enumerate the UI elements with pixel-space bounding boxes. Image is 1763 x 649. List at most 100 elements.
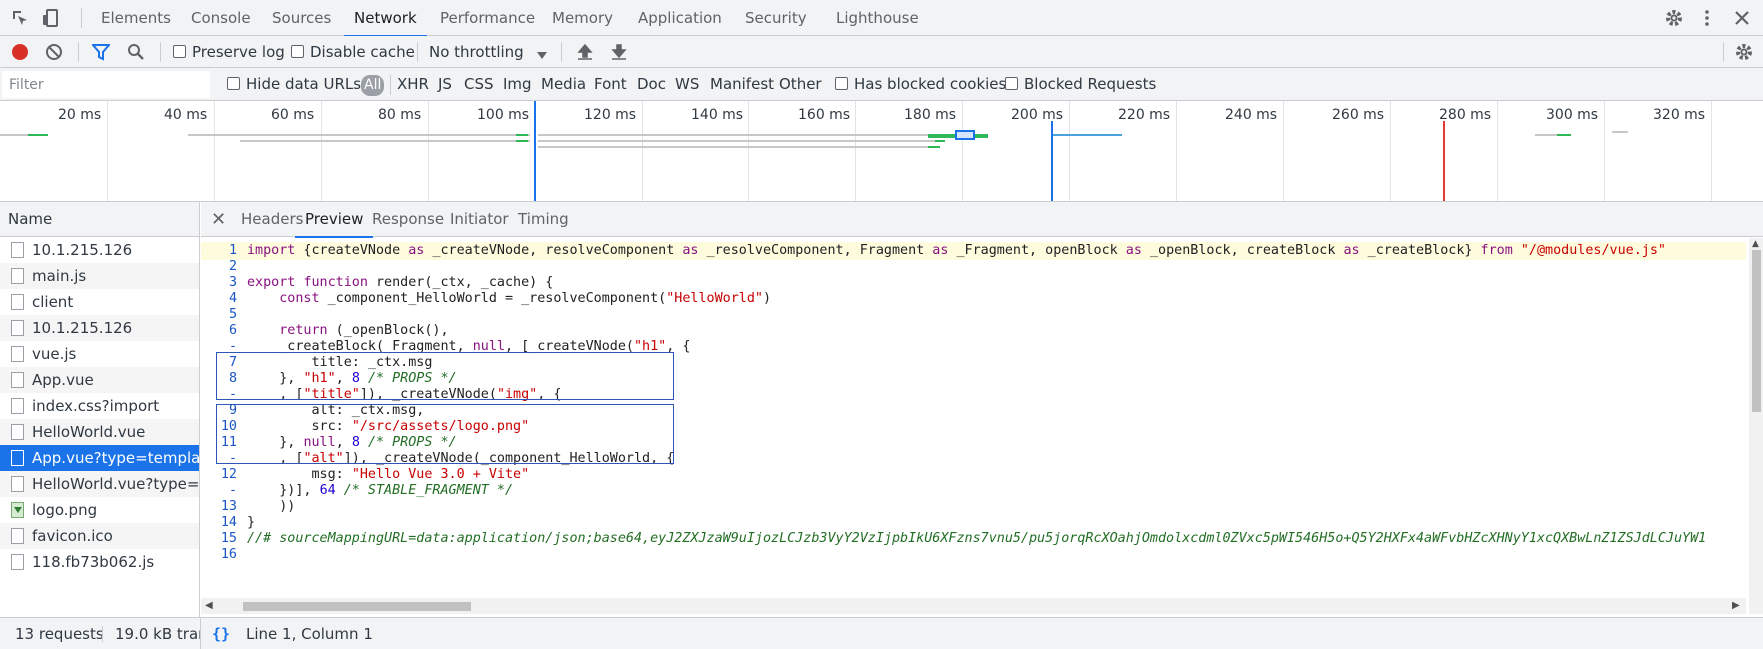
request-row[interactable]: vue.js [0,341,199,367]
code-text: })], 64 /* STABLE_FRAGMENT */ [247,483,514,498]
overview-tick-label: 260 ms [1332,107,1385,123]
request-row[interactable]: 10.1.215.126 [0,237,199,263]
type-filter-doc[interactable]: Doc [637,68,666,101]
tab-security[interactable]: Security [745,0,807,36]
request-name: 118.fb73b062.js [32,553,155,571]
tab-sources[interactable]: Sources [272,0,331,36]
scroll-left-icon[interactable]: ◀ [205,600,213,611]
type-filter-xhr[interactable]: XHR [397,68,429,101]
type-filter-all[interactable]: All [361,75,385,96]
overview-tick-label: 40 ms [164,107,208,123]
request-row[interactable]: index.css?import [0,393,199,419]
checkbox-box[interactable] [227,77,240,90]
filter-input[interactable] [2,71,210,98]
disable-cache-checkbox[interactable]: Disable cache [291,36,415,68]
type-filter-ws[interactable]: WS [675,68,699,101]
highlight-box-h1 [216,352,674,400]
filter-icon[interactable] [90,43,112,65]
document-file-icon [11,398,24,414]
scrollbar-thumb[interactable] [243,602,471,611]
overview-selection-window[interactable] [955,130,975,140]
type-filter-manifest[interactable]: Manifest [710,68,774,101]
detail-tab-response[interactable]: Response [372,202,444,237]
network-settings-icon[interactable] [1734,42,1754,66]
type-filter-media[interactable]: Media [541,68,586,101]
tab-console[interactable]: Console [191,0,251,36]
document-file-icon [11,346,24,362]
vertical-scrollbar[interactable]: ▲ [1749,238,1763,614]
tab-memory[interactable]: Memory [552,0,613,36]
record-icon[interactable] [11,43,29,65]
request-name: client [32,293,74,311]
request-name: HelloWorld.vue [32,423,146,441]
code-text: )) [247,499,296,514]
overview-grid-line [1390,101,1391,201]
hide-data-urls-checkbox[interactable]: Hide data URLs [227,68,361,101]
request-row[interactable]: HelloWorld.vue?type=… [0,471,199,497]
close-detail-icon[interactable]: ✕ [211,202,226,237]
code-text: return (_openBlock(), [279,323,449,338]
blocked-requests-label: Blocked Requests [1024,75,1157,93]
code-text: //# sourceMappingURL=data:application/js… [247,531,1707,546]
overview-tick-label: 60 ms [271,107,315,123]
request-row[interactable]: main.js [0,263,199,289]
has-blocked-cookies-checkbox[interactable]: Has blocked cookies [835,68,1006,101]
checkbox-box[interactable] [173,45,186,58]
detail-tab-headers[interactable]: Headers [241,202,303,237]
settings-gear-icon[interactable] [1664,8,1684,28]
request-row[interactable]: App.vue [0,367,199,393]
scroll-right-icon[interactable]: ▶ [1732,600,1740,611]
export-har-icon[interactable] [610,43,628,65]
horizontal-scrollbar[interactable]: ◀ ▶ [201,598,1746,614]
checkbox-box[interactable] [291,45,304,58]
type-filter-img[interactable]: Img [503,68,532,101]
tab-elements[interactable]: Elements [101,0,171,36]
throttling-select[interactable]: No throttling [429,36,524,68]
type-filter-other[interactable]: Other [779,68,822,101]
type-filter-css[interactable]: CSS [464,68,494,101]
close-devtools-icon[interactable] [1732,8,1752,28]
overview-request-bar [538,146,938,148]
request-row[interactable]: 118.fb73b062.js [0,549,199,575]
line-number[interactable]: 16 [201,546,247,564]
blocked-requests-checkbox[interactable]: Blocked Requests [1005,68,1156,101]
dropdown-arrow-icon[interactable] [537,48,547,64]
more-options-icon[interactable] [1697,8,1717,28]
preview-code-viewer[interactable]: 1 import {createVNode as _createVNode, re… [201,238,1746,598]
detail-tab-initiator[interactable]: Initiator [450,202,509,237]
search-icon[interactable] [127,43,145,65]
request-count: 13 requests [15,625,104,643]
scrollbar-thumb[interactable] [1752,250,1761,412]
inspect-element-icon[interactable] [10,8,30,28]
detail-tab-timing[interactable]: Timing [518,202,569,237]
request-row[interactable]: client [0,289,199,315]
network-overview-timeline[interactable]: 20 ms 40 ms 60 ms 80 ms 100 ms 120 ms 140 ms 16… [0,101,1763,202]
request-row[interactable]: 10.1.215.126 [0,315,199,341]
disable-cache-label: Disable cache [310,43,415,61]
request-row[interactable]: App.vue?type=template [0,445,199,471]
overview-tick-label: 100 ms [477,107,530,123]
request-name: logo.png [32,501,98,519]
tab-network[interactable]: Network [344,0,427,37]
overview-grid-line [962,101,963,201]
checkbox-box[interactable] [1005,77,1018,90]
request-row[interactable]: logo.png [0,497,199,523]
tab-application[interactable]: Application [638,0,722,36]
toolbar-divider [561,42,562,62]
type-filter-font[interactable]: Font [594,68,627,101]
checkbox-box[interactable] [835,77,848,90]
preserve-log-checkbox[interactable]: Preserve log [173,36,285,68]
name-column-header[interactable]: Name [0,202,199,237]
pretty-print-button[interactable]: {} [212,618,230,649]
clear-icon[interactable] [45,43,63,65]
overview-grid-line [855,101,856,201]
scroll-up-icon[interactable]: ▲ [1752,239,1759,249]
tab-performance[interactable]: Performance [440,0,535,36]
tab-lighthouse[interactable]: Lighthouse [836,0,919,36]
import-har-icon[interactable] [576,43,594,65]
device-toolbar-icon[interactable] [41,8,61,28]
detail-tab-preview[interactable]: Preview [294,202,374,238]
request-row[interactable]: HelloWorld.vue [0,419,199,445]
type-filter-js[interactable]: JS [438,68,452,101]
request-row[interactable]: favicon.ico [0,523,199,549]
